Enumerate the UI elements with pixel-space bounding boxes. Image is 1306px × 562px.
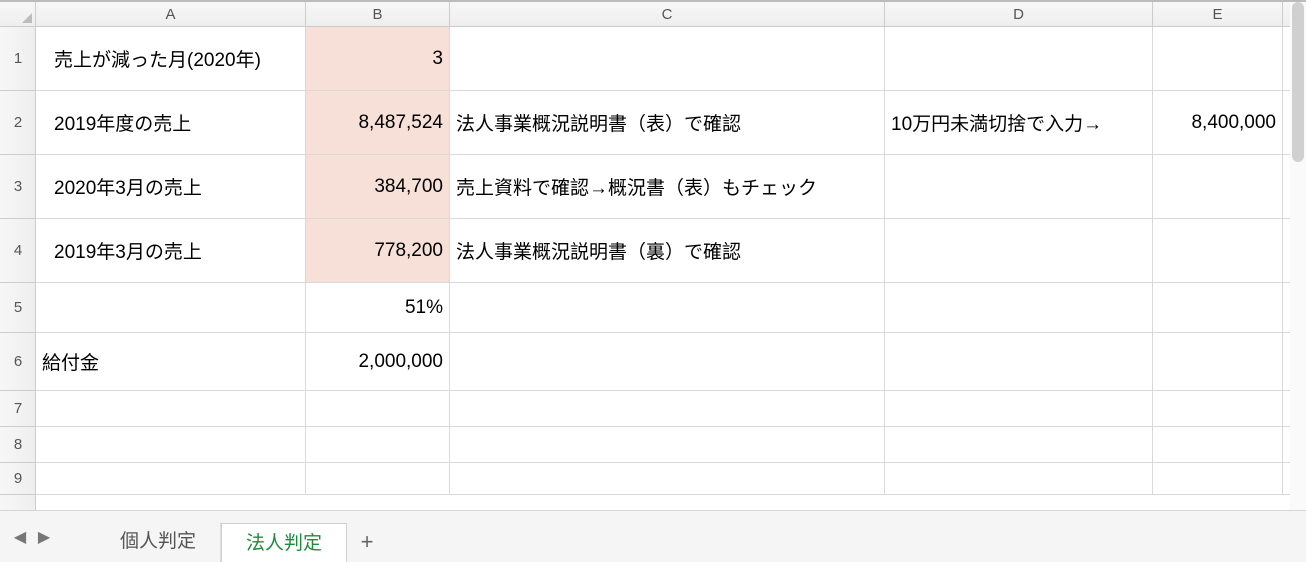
row-header-1[interactable]: 1 [0, 27, 36, 91]
sheet-tabs: 個人判定 法人判定 + [96, 511, 387, 562]
col-header-E[interactable]: E [1153, 2, 1283, 27]
table-row [36, 391, 1306, 427]
cell-B9[interactable] [306, 463, 450, 494]
cell-D3[interactable] [885, 155, 1153, 218]
row-header-3[interactable]: 3 [0, 155, 36, 219]
cell-D2[interactable]: 10万円未満切捨で入力→ [885, 91, 1153, 154]
col-header-A[interactable]: A [36, 2, 306, 27]
row-headers: 123456789 [0, 27, 36, 510]
column-headers: A B C D E [36, 2, 1306, 27]
cell-D8[interactable] [885, 427, 1153, 462]
cell-B2[interactable]: 8,487,524 [306, 91, 450, 154]
cell-D6[interactable] [885, 333, 1153, 390]
row-header-6[interactable]: 6 [0, 333, 36, 391]
cell-B6[interactable]: 2,000,000 [306, 333, 450, 390]
cell-E8[interactable] [1153, 427, 1283, 462]
cell-E2[interactable]: 8,400,000 [1153, 91, 1283, 154]
select-all-corner[interactable] [0, 2, 36, 27]
cell-E5[interactable] [1153, 283, 1283, 332]
cell-A9[interactable] [36, 463, 306, 494]
tab-corporate[interactable]: 法人判定 [221, 523, 347, 562]
col-header-D[interactable]: D [885, 2, 1153, 27]
cell-E4[interactable] [1153, 219, 1283, 282]
row-header-2[interactable]: 2 [0, 91, 36, 155]
cell-C5[interactable] [450, 283, 885, 332]
row-header-4[interactable]: 4 [0, 219, 36, 283]
row-header-7[interactable]: 7 [0, 391, 36, 427]
cells-area: 売上が減った月(2020年)32019年度の売上8,487,524法人事業概況説… [36, 27, 1306, 510]
cell-B7[interactable] [306, 391, 450, 426]
cell-E1[interactable] [1153, 27, 1283, 90]
cell-B1[interactable]: 3 [306, 27, 450, 90]
cell-B8[interactable] [306, 427, 450, 462]
cell-D4[interactable] [885, 219, 1153, 282]
cell-C6[interactable] [450, 333, 885, 390]
spreadsheet-grid: A B C D E 123456789 売上が減った月(2020年)32019年… [0, 0, 1306, 510]
cell-D7[interactable] [885, 391, 1153, 426]
cell-A8[interactable] [36, 427, 306, 462]
cell-D1[interactable] [885, 27, 1153, 90]
tab-personal[interactable]: 個人判定 [96, 522, 221, 562]
col-header-C[interactable]: C [450, 2, 885, 27]
col-header-B[interactable]: B [306, 2, 450, 27]
table-row: 2019年度の売上8,487,524法人事業概況説明書（表）で確認10万円未満切… [36, 91, 1306, 155]
cell-A3[interactable]: 2020年3月の売上 [36, 155, 306, 218]
cell-A6[interactable]: 給付金 [36, 333, 306, 390]
cell-C1[interactable] [450, 27, 885, 90]
table-row: 51% [36, 283, 1306, 333]
row-header-8[interactable]: 8 [0, 427, 36, 463]
scrollbar-thumb[interactable] [1292, 2, 1304, 162]
add-sheet-button[interactable]: + [347, 522, 387, 562]
cell-E6[interactable] [1153, 333, 1283, 390]
table-row: 2019年3月の売上778,200法人事業概況説明書（裏）で確認 [36, 219, 1306, 283]
cell-E3[interactable] [1153, 155, 1283, 218]
cell-B4[interactable]: 778,200 [306, 219, 450, 282]
cell-E9[interactable] [1153, 463, 1283, 494]
cell-D5[interactable] [885, 283, 1153, 332]
cell-A2[interactable]: 2019年度の売上 [36, 91, 306, 154]
table-row: 売上が減った月(2020年)3 [36, 27, 1306, 91]
cell-E7[interactable] [1153, 391, 1283, 426]
cell-A5[interactable] [36, 283, 306, 332]
sheet-tab-bar: ◀ ▶ 個人判定 法人判定 + [0, 510, 1306, 562]
cell-C8[interactable] [450, 427, 885, 462]
table-row [36, 427, 1306, 463]
row-header-9[interactable]: 9 [0, 463, 36, 495]
tab-nav-prev-icon[interactable]: ◀ [8, 525, 32, 549]
cell-A4[interactable]: 2019年3月の売上 [36, 219, 306, 282]
row-header-5[interactable]: 5 [0, 283, 36, 333]
cell-B3[interactable]: 384,700 [306, 155, 450, 218]
tab-nav-next-icon[interactable]: ▶ [32, 525, 56, 549]
cell-D9[interactable] [885, 463, 1153, 494]
cell-C4[interactable]: 法人事業概況説明書（裏）で確認 [450, 219, 885, 282]
cell-C3[interactable]: 売上資料で確認→概況書（表）もチェック [450, 155, 885, 218]
table-row: 2020年3月の売上384,700売上資料で確認→概況書（表）もチェック [36, 155, 1306, 219]
cell-A1[interactable]: 売上が減った月(2020年) [36, 27, 306, 90]
table-row: 給付金2,000,000 [36, 333, 1306, 391]
cell-B5[interactable]: 51% [306, 283, 450, 332]
table-row [36, 463, 1306, 495]
vertical-scrollbar[interactable] [1290, 2, 1306, 510]
cell-A7[interactable] [36, 391, 306, 426]
cell-C7[interactable] [450, 391, 885, 426]
cell-C2[interactable]: 法人事業概況説明書（表）で確認 [450, 91, 885, 154]
cell-C9[interactable] [450, 463, 885, 494]
